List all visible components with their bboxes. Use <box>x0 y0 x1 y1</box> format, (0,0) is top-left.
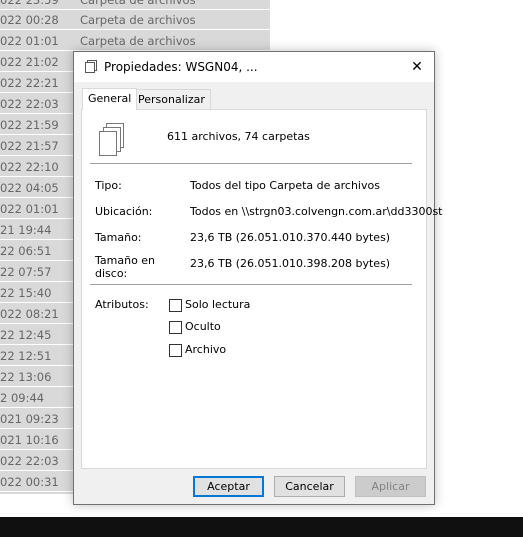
attributes-label: Atributos: <box>95 298 149 311</box>
multiple-files-icon <box>96 122 128 158</box>
list-item[interactable]: 022 23:59 Carpeta de archivos <box>0 0 270 10</box>
selection-summary: 611 archivos, 74 carpetas <box>167 130 310 143</box>
readonly-label: Solo lectura <box>185 298 251 311</box>
location-value: Todos en \\strgn03.colvengn.com.ar\dd330… <box>190 205 443 218</box>
archive-label: Archivo <box>185 343 227 356</box>
dialog-title: Propiedades: WSGN04, ... <box>104 60 258 74</box>
cancel-button[interactable]: Cancelar <box>274 476 345 497</box>
taskbar <box>0 517 523 537</box>
list-item[interactable]: 022 00:28 Carpeta de archivos <box>0 10 270 30</box>
size-on-disk-label-line1: Tamaño en <box>95 254 156 267</box>
checkbox-box[interactable] <box>169 321 182 334</box>
tab-panel-general: 611 archivos, 74 carpetas Tipo: Todos de… <box>81 109 442 469</box>
size-on-disk-value: 23,6 TB (26.051.010.398.208 bytes) <box>190 257 391 270</box>
size-label: Tamaño: <box>95 231 142 244</box>
divider <box>90 284 412 285</box>
type-label: Tipo: <box>95 179 122 192</box>
properties-dialog: Propiedades: WSGN04, ... ✕ General Perso… <box>73 51 442 505</box>
hidden-label: Oculto <box>185 320 221 333</box>
tab-personalizar[interactable]: Personalizar <box>132 89 211 110</box>
checkbox-box[interactable] <box>169 299 182 312</box>
list-item[interactable]: 022 01:01 Carpeta de archivos <box>0 31 270 51</box>
type-value: Todos del tipo Carpeta de archivos <box>190 179 380 192</box>
size-value: 23,6 TB (26.051.010.370.440 bytes) <box>190 231 391 244</box>
divider <box>90 163 412 164</box>
ok-button[interactable]: Aceptar <box>193 476 264 497</box>
checkbox-box[interactable] <box>169 344 182 357</box>
dialog-titlebar[interactable]: Propiedades: WSGN04, ... ✕ <box>74 52 434 82</box>
location-label: Ubicación: <box>95 205 153 218</box>
close-icon[interactable]: ✕ <box>406 56 428 78</box>
tab-general[interactable]: General <box>82 88 138 110</box>
folder-properties-icon <box>84 60 98 74</box>
size-on-disk-label-line2: disco: <box>95 267 128 280</box>
apply-button[interactable]: Aplicar <box>355 476 426 497</box>
